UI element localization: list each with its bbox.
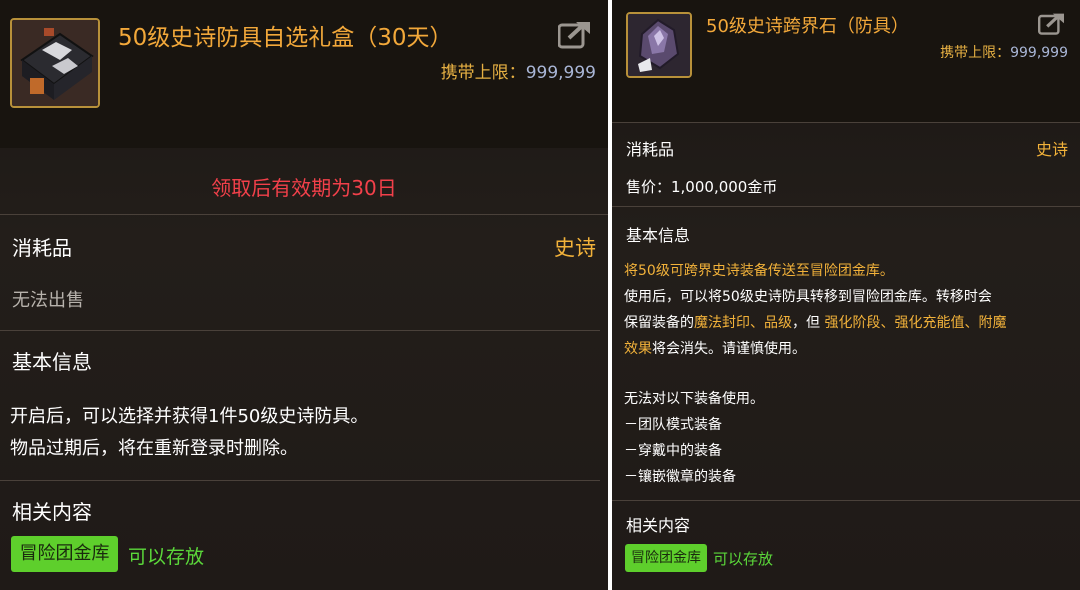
item-title: 50级史诗跨界石（防具） bbox=[706, 16, 909, 37]
related-heading: 相关内容 bbox=[12, 500, 92, 524]
expiry-notice: 领取后有效期为30日 bbox=[211, 176, 397, 200]
divider bbox=[0, 330, 600, 331]
description-line: 开启后，可以选择并获得1件50级史诗防具。 bbox=[10, 406, 369, 427]
description-highlight: 强化阶段、强化充能值、附魔 bbox=[824, 315, 1007, 331]
item-rarity: 史诗 bbox=[1035, 140, 1068, 159]
divider bbox=[612, 500, 1080, 501]
basic-info-heading: 基本信息 bbox=[12, 350, 92, 374]
divider bbox=[612, 122, 1080, 123]
description-line: 保留装备的魔法封印、品级，但 强化阶段、强化充能值、附魔 bbox=[624, 310, 1074, 336]
share-icon[interactable] bbox=[1038, 12, 1066, 36]
description-highlight: 魔法封印、品级 bbox=[694, 315, 792, 331]
adventure-vault-badge[interactable]: 冒险团金库 bbox=[11, 536, 118, 572]
adventure-vault-badge[interactable]: 冒险团金库 bbox=[625, 544, 707, 572]
item-category: 消耗品 bbox=[626, 140, 675, 159]
storage-status: 可以存放 bbox=[128, 546, 205, 568]
description-highlight: 效果 bbox=[624, 341, 652, 357]
sell-price: 售价：1,000,000金币 bbox=[626, 178, 778, 196]
basic-info-heading: 基本信息 bbox=[626, 226, 691, 245]
item-title: 50级史诗防具自选礼盒（30天） bbox=[118, 25, 453, 51]
crystal-stone-icon bbox=[626, 12, 692, 78]
carry-limit: 携带上限：999,999 bbox=[940, 42, 1068, 62]
description-line: 效果将会消失。请谨慎使用。 bbox=[624, 336, 1074, 362]
description-line: 物品过期后，将在重新登录时删除。 bbox=[10, 438, 298, 459]
description-line: 将50级可跨界史诗装备传送至冒险团金库。 bbox=[624, 263, 894, 279]
carry-limit-label: 携带上限： bbox=[940, 45, 1011, 61]
description-block: 将50级可跨界史诗装备传送至冒险团金库。 使用后，可以将50级史诗防具转移到冒险… bbox=[624, 258, 1074, 362]
restriction-item: －镶嵌徽章的装备 bbox=[624, 469, 736, 485]
restriction-title: 无法对以下装备使用。 bbox=[624, 391, 764, 407]
carry-limit: 携带上限：999,999 bbox=[441, 58, 596, 83]
related-heading: 相关内容 bbox=[626, 516, 691, 535]
restriction-item: －团队模式装备 bbox=[624, 417, 722, 433]
restriction-item: －穿戴中的装备 bbox=[624, 443, 722, 459]
gift-box-icon bbox=[10, 18, 100, 108]
description-line: 使用后，可以将50级史诗防具转移到冒险团金库。转移时会 bbox=[624, 289, 992, 305]
carry-limit-value: 999,999 bbox=[1010, 45, 1068, 61]
item-tooltip-right: 50级史诗跨界石（防具） 携带上限：999,999 消耗品 史诗 售价：1,00… bbox=[612, 0, 1080, 590]
share-icon[interactable] bbox=[557, 20, 592, 50]
item-rarity: 史诗 bbox=[554, 236, 596, 260]
description-text: ，但 bbox=[792, 315, 825, 331]
divider bbox=[0, 214, 608, 215]
item-category: 消耗品 bbox=[12, 236, 72, 260]
description-text: 将会消失。请谨慎使用。 bbox=[652, 341, 806, 357]
carry-limit-label: 携带上限： bbox=[440, 63, 526, 83]
sell-status: 无法出售 bbox=[12, 290, 84, 311]
divider bbox=[0, 480, 600, 481]
description-text: 保留装备的 bbox=[624, 315, 694, 331]
divider bbox=[612, 206, 1080, 207]
item-tooltip-left: 50级史诗防具自选礼盒（30天） 携带上限：999,999 领取后有效期为30日… bbox=[0, 0, 608, 590]
carry-limit-value: 999,999 bbox=[525, 63, 596, 83]
storage-status: 可以存放 bbox=[713, 550, 774, 568]
